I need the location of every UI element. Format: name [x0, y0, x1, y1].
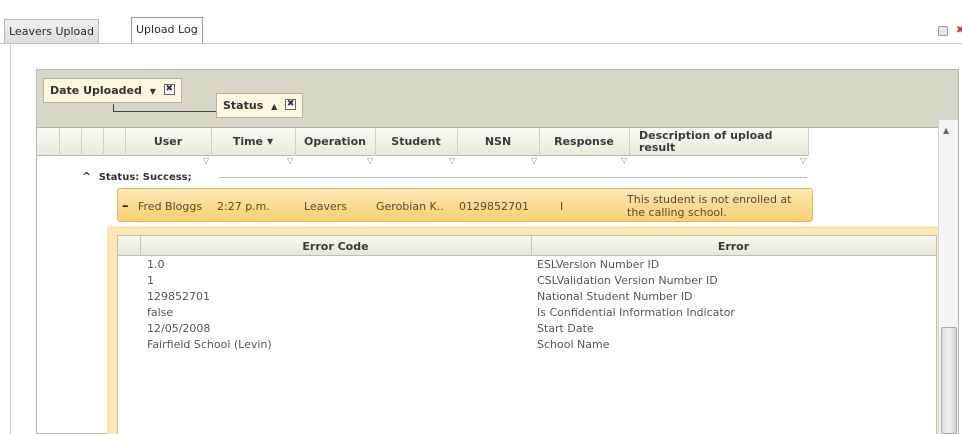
tab-strip: Leavers Upload Upload Log ✖ — [0, 0, 962, 44]
table-row[interactable]: 12/05/2008 Start Date — [118, 321, 936, 337]
cell-student: Gerobian K.. — [376, 199, 444, 213]
sort-desc-icon[interactable]: ▼ — [267, 136, 273, 148]
group-by-panel: Date Uploaded ▼ ✖ Status ▲ ✖ — [37, 70, 958, 128]
close-icon[interactable]: ✖ — [956, 26, 962, 36]
column-header-operation[interactable]: Operation — [295, 128, 375, 156]
column-header-time[interactable]: Time ▼ — [211, 128, 295, 156]
tab-leavers-upload[interactable]: Leavers Upload — [4, 19, 100, 43]
cell-error: Is Confidential Information Indicator — [537, 306, 735, 319]
group-row-label: Status: Success; — [98, 172, 192, 183]
table-row[interactable]: – Fred Bloggs 2:27 p.m. Leavers Gerobian… — [117, 188, 813, 222]
cell-error-code: 1.0 — [147, 258, 165, 271]
remove-group-icon[interactable]: ✖ — [163, 84, 175, 95]
group-chip-status[interactable]: Status ▲ ✖ — [216, 93, 304, 118]
table-row[interactable]: 1 CSLValidation Version Number ID — [118, 273, 936, 289]
cell-user: Fred Bloggs — [138, 199, 203, 213]
table-row[interactable]: false Is Confidential Information Indica… — [118, 305, 936, 321]
table-row[interactable]: 1.0 ESLVersion Number ID — [118, 257, 936, 273]
collapse-icon[interactable]: ^ — [82, 170, 91, 183]
detail-header-row: Error Code Error — [118, 236, 936, 256]
left-divider — [10, 44, 11, 434]
cell-error-code: 1 — [147, 274, 154, 287]
funnel-icon[interactable]: ▽ — [367, 156, 373, 165]
group-connector — [113, 111, 216, 112]
column-header-student[interactable]: Student — [375, 128, 457, 156]
cell-error: CSLValidation Version Number ID — [537, 274, 718, 287]
scroll-up-icon[interactable]: ▲ — [943, 126, 949, 135]
upload-log-grid: Date Uploaded ▼ ✖ Status ▲ ✖ User Time ▼ … — [36, 69, 959, 434]
vertical-scrollbar[interactable]: ▲ — [938, 120, 958, 434]
tab-upload-log[interactable]: Upload Log — [131, 17, 203, 43]
column-header-description[interactable]: Description of upload result — [629, 128, 809, 156]
funnel-icon[interactable]: ▽ — [449, 156, 455, 165]
column-header-response[interactable]: Response — [539, 128, 629, 156]
cell-error-code: 129852701 — [147, 290, 210, 303]
cell-time: 2:27 p.m. — [217, 199, 270, 213]
cell-error-code: false — [147, 306, 174, 319]
cell-error: School Name — [537, 338, 610, 351]
sort-desc-icon[interactable]: ▼ — [150, 87, 156, 96]
column-header-user[interactable]: User — [125, 128, 211, 156]
funnel-icon[interactable]: ▽ — [531, 156, 537, 165]
funnel-icon[interactable]: ▽ — [287, 156, 293, 165]
column-header-nsn[interactable]: NSN — [457, 128, 539, 156]
column-header-error-code[interactable]: Error Code — [140, 236, 531, 256]
funnel-icon[interactable]: ▽ — [621, 156, 627, 165]
group-chip-label: Status — [223, 99, 264, 112]
table-row[interactable]: 129852701 National Student Number ID — [118, 289, 936, 305]
cell-error: National Student Number ID — [537, 290, 693, 303]
cell-error-code: Fairfield School (Levin) — [147, 338, 272, 351]
divider — [219, 177, 807, 178]
error-detail-table: Error Code Error 1.0 ESLVersion Number I… — [117, 235, 937, 434]
group-row-status[interactable]: ^ Status: Success; — [82, 170, 192, 183]
column-header-error[interactable]: Error — [531, 236, 936, 256]
cell-response: I — [560, 199, 564, 213]
row-detail-panel: Error Code Error 1.0 ESLVersion Number I… — [107, 226, 943, 434]
table-row[interactable]: Fairfield School (Levin) School Name — [118, 337, 936, 353]
remove-group-icon[interactable]: ✖ — [285, 99, 297, 110]
filter-row: ▽ ▽ ▽ ▽ ▽ ▽ ▽ — [37, 156, 809, 166]
cell-nsn: 0129852701 — [459, 199, 529, 213]
group-chip-date-uploaded[interactable]: Date Uploaded ▼ ✖ — [43, 78, 182, 103]
column-header-row: User Time ▼ Operation Student NSN Respons… — [37, 128, 809, 156]
cell-operation: Leavers — [304, 199, 347, 213]
minimize-icon[interactable] — [938, 26, 948, 36]
funnel-icon[interactable]: ▽ — [203, 156, 209, 165]
cell-error-code: 12/05/2008 — [147, 322, 211, 335]
cell-error: ESLVersion Number ID — [537, 258, 660, 271]
funnel-icon[interactable]: ▽ — [800, 156, 806, 165]
collapse-row-icon[interactable]: – — [122, 199, 129, 214]
sort-asc-icon[interactable]: ▲ — [271, 102, 277, 111]
group-chip-label: Date Uploaded — [50, 84, 142, 97]
cell-error: Start Date — [537, 322, 594, 335]
scroll-thumb[interactable] — [941, 327, 957, 434]
cell-description: This student is not enrolled at the call… — [627, 193, 792, 219]
